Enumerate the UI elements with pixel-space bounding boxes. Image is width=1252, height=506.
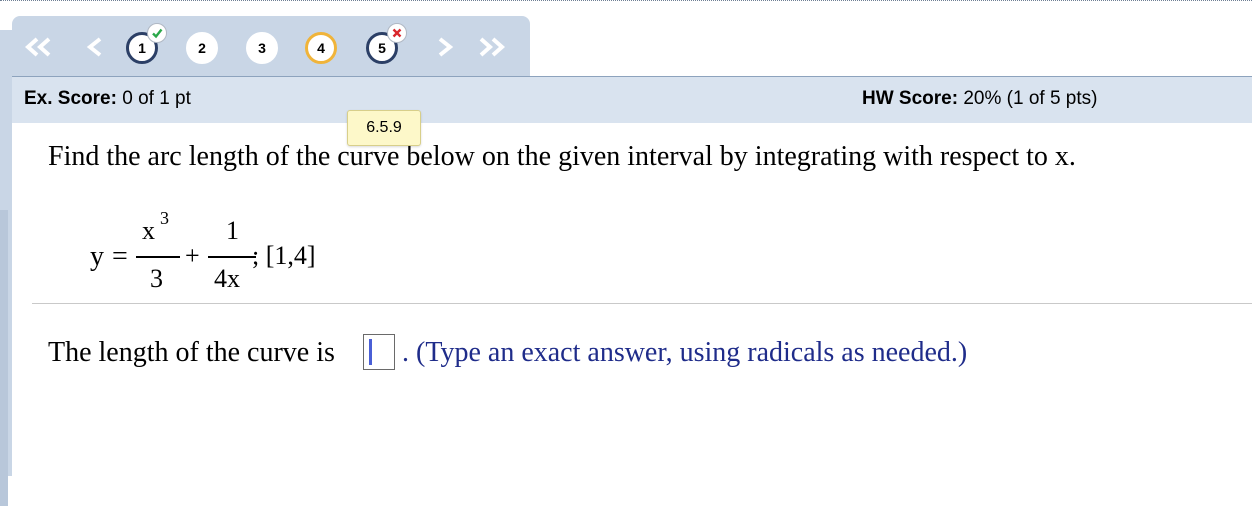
chevron-right-icon: [438, 37, 454, 57]
section-tooltip: 6.5.9: [347, 110, 421, 146]
question-4-label: 4: [317, 40, 325, 56]
hw-score-value: 20% (1 of 5 pts): [963, 88, 1098, 109]
question-3-label: 3: [258, 40, 266, 56]
previous-question-button[interactable]: [78, 32, 112, 62]
answer-prefix: The length of the curve is: [48, 337, 335, 368]
question-prompt: Find the arc length of the curve below o…: [48, 141, 1076, 172]
question-1-label: 1: [138, 40, 146, 56]
chevron-left-icon: [86, 37, 102, 57]
term2-fraction-bar: [208, 256, 256, 258]
double-chevron-left-icon: [24, 37, 51, 57]
equation-equals: =: [112, 241, 128, 272]
question-4-button[interactable]: 4: [305, 32, 337, 64]
left-rail-inner: [0, 210, 8, 506]
term1-numerator: x: [142, 216, 155, 245]
term2-denominator: 4x: [214, 264, 240, 293]
hw-score-label: HW Score:: [862, 88, 959, 109]
question-5-label: 5: [378, 40, 386, 56]
left-rail: [0, 30, 12, 506]
ex-score-label: Ex. Score:: [24, 88, 117, 109]
equation-plus: +: [185, 241, 200, 270]
term2-numerator: 1: [226, 216, 239, 245]
text-caret: [369, 339, 372, 365]
last-question-button[interactable]: [474, 32, 508, 62]
term1-fraction-bar: [136, 256, 180, 258]
term1-exponent: 3: [160, 208, 169, 228]
equation-interval: ; [1,4]: [252, 241, 316, 270]
cross-icon: [387, 23, 407, 43]
exercise-score: Ex. Score: 0 of 1 pt: [24, 88, 191, 110]
question-2-label: 2: [198, 40, 206, 56]
question-1-button[interactable]: 1: [126, 23, 167, 64]
question-3-button[interactable]: 3: [246, 32, 278, 64]
term1-denominator: 3: [150, 264, 163, 293]
question-5-button[interactable]: 5: [366, 23, 407, 64]
equation-lhs: y: [90, 241, 104, 272]
section-divider: [32, 303, 1252, 304]
check-icon: [147, 23, 167, 43]
question-2-button[interactable]: 2: [186, 32, 218, 64]
answer-hint: . (Type an exact answer, using radicals …: [402, 337, 968, 368]
top-border: [0, 0, 1252, 5]
first-question-button[interactable]: [22, 32, 56, 62]
ex-score-value: 0 of 1 pt: [122, 88, 191, 109]
next-question-button[interactable]: [428, 32, 462, 62]
answer-input[interactable]: [363, 334, 395, 370]
double-chevron-right-icon: [479, 37, 506, 57]
homework-score: HW Score: 20% (1 of 5 pts): [862, 88, 1097, 110]
